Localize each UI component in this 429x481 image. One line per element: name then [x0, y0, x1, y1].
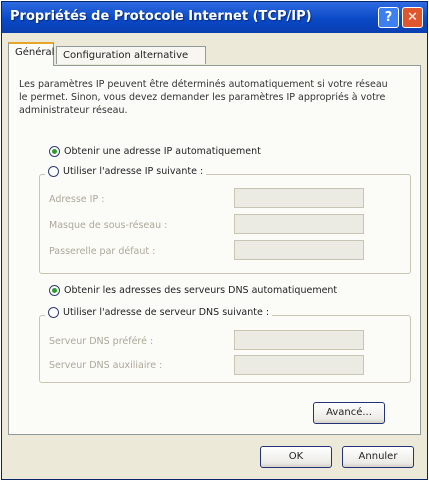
tab-general[interactable]: Général	[8, 42, 54, 66]
ip-auto-label: Obtenir une adresse IP automatiquement	[64, 146, 261, 157]
close-button[interactable]: ✕	[402, 7, 423, 28]
title-bar[interactable]: Propriétés de Protocole Internet (TCP/IP…	[2, 2, 427, 33]
description-text: Les paramètres IP peuvent être déterminé…	[19, 79, 388, 116]
dns-auto-radio[interactable]	[49, 285, 60, 296]
gateway-field	[234, 240, 364, 260]
gateway-label: Passerelle par défaut :	[49, 246, 156, 257]
subnet-mask-label: Masque de sous-réseau :	[49, 220, 168, 231]
ip-manual-option[interactable]: Utiliser l'adresse IP suivante :	[45, 166, 207, 177]
help-button[interactable]: ?	[378, 7, 399, 28]
tab-strip: Général Configuration alternative	[8, 42, 421, 66]
preferred-dns-label: Serveur DNS préféré :	[49, 336, 154, 347]
tab-alternate-configuration[interactable]: Configuration alternative	[56, 46, 206, 64]
dns-auto-option[interactable]: Obtenir les adresses des serveurs DNS au…	[49, 285, 337, 296]
ip-manual-label: Utiliser l'adresse IP suivante :	[63, 166, 204, 177]
ip-auto-option[interactable]: Obtenir une adresse IP automatiquement	[49, 146, 261, 157]
alternate-dns-label: Serveur DNS auxiliaire :	[49, 360, 163, 371]
preferred-dns-field	[234, 330, 364, 350]
tcpip-properties-dialog: Propriétés de Protocole Internet (TCP/IP…	[1, 1, 428, 480]
ip-address-label: Adresse IP :	[49, 194, 105, 205]
advanced-button[interactable]: Avancé...	[313, 402, 385, 424]
subnet-mask-field	[234, 214, 364, 234]
alternate-dns-field	[234, 355, 364, 375]
dns-manual-radio[interactable]	[48, 307, 59, 318]
ok-button[interactable]: OK	[260, 446, 332, 468]
ip-auto-radio[interactable]	[49, 146, 60, 157]
ip-address-field	[234, 188, 364, 208]
dns-manual-label: Utiliser l'adresse de serveur DNS suivan…	[63, 307, 270, 318]
cancel-button[interactable]: Annuler	[342, 446, 414, 468]
dns-manual-option[interactable]: Utiliser l'adresse de serveur DNS suivan…	[45, 307, 273, 318]
ip-manual-radio[interactable]	[48, 166, 59, 177]
window-title: Propriétés de Protocole Internet (TCP/IP…	[10, 9, 312, 24]
dns-auto-label: Obtenir les adresses des serveurs DNS au…	[64, 285, 338, 296]
general-tab-panel: Les paramètres IP peuvent être déterminé…	[8, 65, 421, 435]
